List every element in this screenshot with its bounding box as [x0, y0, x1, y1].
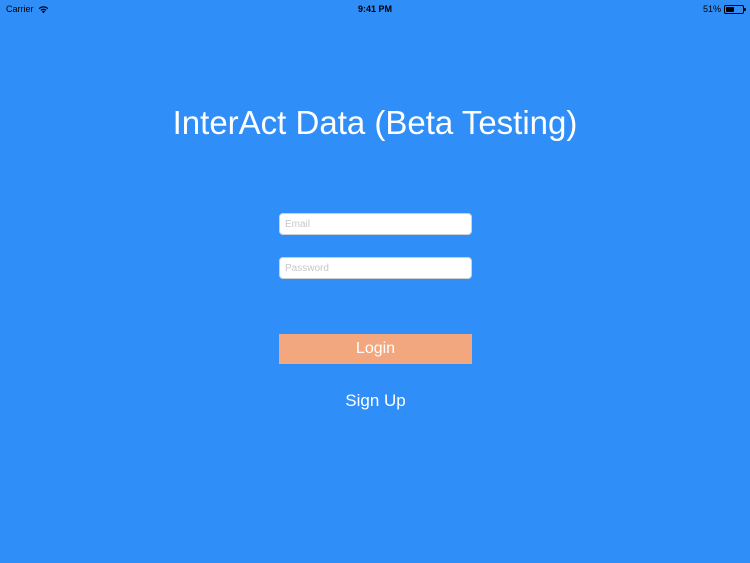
status-bar: Carrier 9:41 PM 51%	[0, 0, 750, 18]
email-field[interactable]	[279, 213, 472, 235]
status-time: 9:41 PM	[357, 4, 392, 14]
page-title: InterAct Data (Beta Testing)	[172, 104, 578, 141]
battery-fill	[726, 6, 735, 12]
battery-icon	[724, 4, 746, 14]
status-right: 51%	[702, 4, 746, 14]
login-button[interactable]: Login	[279, 334, 472, 364]
signup-button[interactable]: Sign Up	[279, 390, 472, 412]
battery-percentage: 51%	[702, 4, 721, 14]
password-field[interactable]	[279, 257, 472, 279]
